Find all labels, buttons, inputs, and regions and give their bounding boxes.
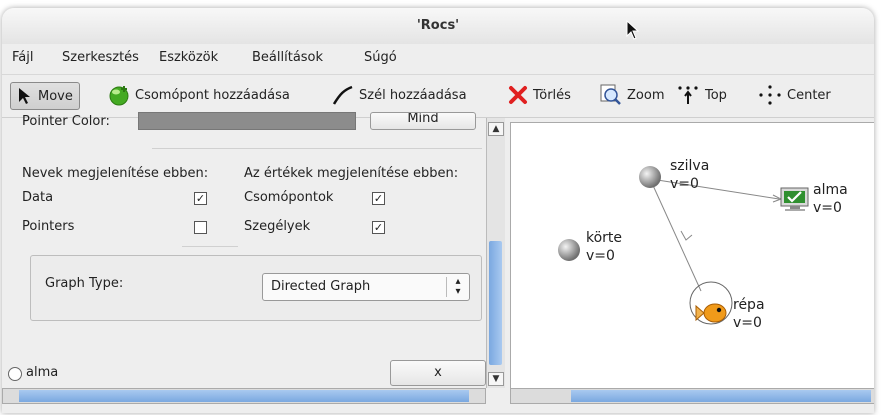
mind-button[interactable]: Mind: [370, 112, 476, 130]
add-edge-label: Szél hozzáadása: [359, 87, 467, 103]
x-button[interactable]: x: [390, 360, 486, 386]
data-label: Data: [22, 190, 54, 205]
rocs-window: 'Rocs' Fájl Szerkesztés Eszközök Beállít…: [2, 8, 874, 413]
align-top-icon: [678, 86, 698, 104]
node-korte[interactable]: [558, 239, 580, 261]
top-align-button[interactable]: Top: [676, 82, 727, 108]
data-checkbox[interactable]: ✓: [194, 192, 207, 205]
pointers-checkbox[interactable]: [194, 221, 207, 234]
zoom-magnifier-icon: [600, 84, 621, 105]
panel-horizontal-scrollbar[interactable]: [2, 388, 486, 404]
horizontal-scroll-thumb[interactable]: [19, 390, 469, 402]
add-node-button[interactable]: Csomópont hozzáadása: [108, 82, 290, 108]
graph-type-select[interactable]: Directed Graph ▴ ▾: [262, 273, 470, 301]
center-label: Center: [787, 87, 831, 103]
edge-szilva-repa: [650, 180, 702, 292]
menu-file[interactable]: Fájl: [12, 50, 33, 65]
vertical-scroll-thumb[interactable]: [489, 241, 502, 365]
nodes-label: Csomópontok: [244, 190, 334, 205]
graph-type-value: Directed Graph: [271, 279, 371, 294]
scroll-down-arrow-icon[interactable]: ▼: [488, 372, 504, 386]
alma-radio-label: alma: [26, 365, 59, 380]
edges-label: Szegélyek: [244, 219, 311, 234]
zoom-label: Zoom: [627, 87, 665, 103]
move-label: Move: [38, 88, 73, 104]
menu-bar: Fájl Szerkesztés Eszközök Beállítások Sú…: [2, 44, 874, 72]
separator-short: [182, 246, 238, 247]
node-repa[interactable]: [695, 303, 727, 323]
node-korte-label: körte v=0: [586, 230, 623, 264]
pointer-color-label: Pointer Color:: [22, 114, 110, 128]
center-align-button[interactable]: Center: [758, 82, 831, 108]
alma-radio[interactable]: [8, 367, 22, 381]
node-alma-label: alma v=0: [813, 182, 848, 216]
graph-canvas[interactable]: szilva v=0 alma v=0 körte v=0 répa v=0: [510, 122, 874, 390]
add-edge-button[interactable]: Szél hozzáadása: [332, 82, 467, 108]
edge-curve-icon: [332, 85, 353, 105]
node-szilva-label: szilva v=0: [670, 158, 710, 192]
delete-x-icon: [509, 86, 527, 104]
delete-button[interactable]: Törlés: [508, 82, 571, 108]
nodes-checkbox[interactable]: ✓: [372, 192, 385, 205]
graph-type-label: Graph Type:: [45, 276, 124, 291]
node-repa-label: répa v=0: [733, 297, 765, 331]
cursor-arrow-icon: [19, 88, 30, 104]
pointers-label: Pointers: [22, 219, 75, 234]
move-button[interactable]: Move: [10, 82, 80, 110]
edges-checkbox[interactable]: ✓: [372, 221, 385, 234]
top-label: Top: [705, 87, 727, 103]
delete-label: Törlés: [533, 87, 571, 103]
menu-help[interactable]: Súgó: [364, 50, 397, 65]
title-bar[interactable]: 'Rocs': [2, 8, 874, 44]
canvas-horizontal-scroll-thumb[interactable]: [571, 390, 871, 402]
scroll-up-arrow-icon[interactable]: ▲: [488, 122, 504, 136]
mouse-cursor-icon: [626, 20, 640, 40]
separator: [152, 148, 482, 149]
window-title: 'Rocs': [416, 18, 460, 33]
panel-vertical-scrollbar[interactable]: ▲ ▼: [486, 118, 505, 388]
zoom-button[interactable]: Zoom: [600, 82, 664, 108]
align-center-icon: [759, 85, 781, 105]
values-header: Az értékek megjelenítése ebben:: [244, 166, 459, 181]
canvas-horizontal-scrollbar[interactable]: [510, 388, 874, 404]
combo-updown-icon: ▴ ▾: [446, 277, 469, 297]
green-node-plus-icon: [109, 86, 129, 106]
node-szilva[interactable]: [639, 166, 661, 188]
pointer-color-picker[interactable]: [138, 112, 356, 130]
menu-edit[interactable]: Szerkesztés: [62, 50, 139, 65]
names-header: Nevek megjelenítése ebben:: [22, 166, 209, 181]
node-alma[interactable]: [780, 187, 809, 211]
add-node-label: Csomópont hozzáadása: [135, 87, 290, 103]
edge-arrowhead-icon: [680, 230, 693, 241]
properties-panel: Pointer Color: Mind Nevek megjelenítése …: [2, 112, 486, 388]
menu-settings[interactable]: Beállítások: [252, 50, 323, 65]
menu-tools[interactable]: Eszközök: [159, 50, 218, 65]
